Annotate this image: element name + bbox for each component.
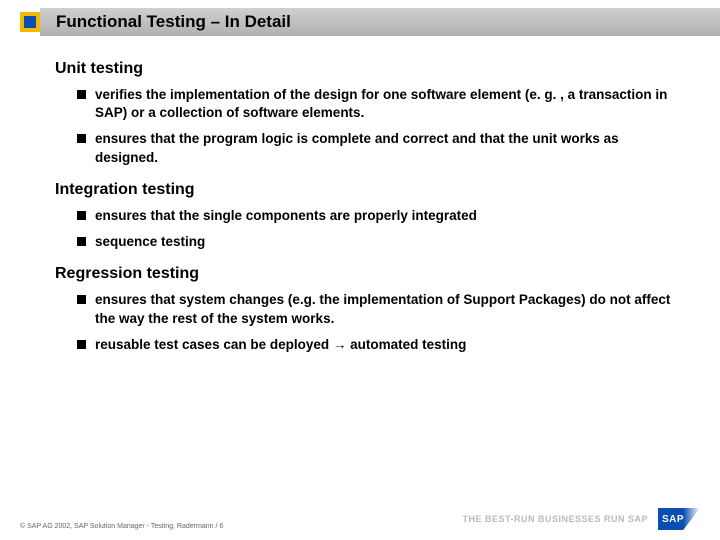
slide-footer: © SAP AG 2002, SAP Solution Manager - Te… xyxy=(20,508,700,530)
section-heading-unit: Unit testing xyxy=(55,60,680,78)
title-bar: Functional Testing – In Detail xyxy=(40,8,720,36)
list-item: ensures that the program logic is comple… xyxy=(77,130,680,166)
sap-logo: SAP xyxy=(658,508,700,530)
slide-content: Unit testing verifies the implementation… xyxy=(55,60,680,362)
list-item: reusable test cases can be deployed → au… xyxy=(77,336,680,354)
footer-branding: THE BEST-RUN BUSINESSES RUN SAP SAP xyxy=(462,508,700,530)
list-item: ensures that the single components are p… xyxy=(77,207,680,225)
list-item: sequence testing xyxy=(77,233,680,251)
sap-logo-text: SAP xyxy=(662,514,684,525)
bullet-list-unit: verifies the implementation of the desig… xyxy=(55,86,680,167)
tagline-text: THE BEST-RUN BUSINESSES RUN SAP xyxy=(462,514,648,524)
title-bullet-icon xyxy=(20,12,40,32)
copyright-text: © SAP AG 2002, SAP Solution Manager - Te… xyxy=(20,523,223,530)
slide-title: Functional Testing – In Detail xyxy=(40,12,291,32)
bullet-list-integration: ensures that the single components are p… xyxy=(55,207,680,251)
section-heading-integration: Integration testing xyxy=(55,181,680,199)
bullet-list-regression: ensures that system changes (e.g. the im… xyxy=(55,291,680,354)
section-heading-regression: Regression testing xyxy=(55,265,680,283)
list-item: verifies the implementation of the desig… xyxy=(77,86,680,122)
list-item: ensures that system changes (e.g. the im… xyxy=(77,291,680,327)
